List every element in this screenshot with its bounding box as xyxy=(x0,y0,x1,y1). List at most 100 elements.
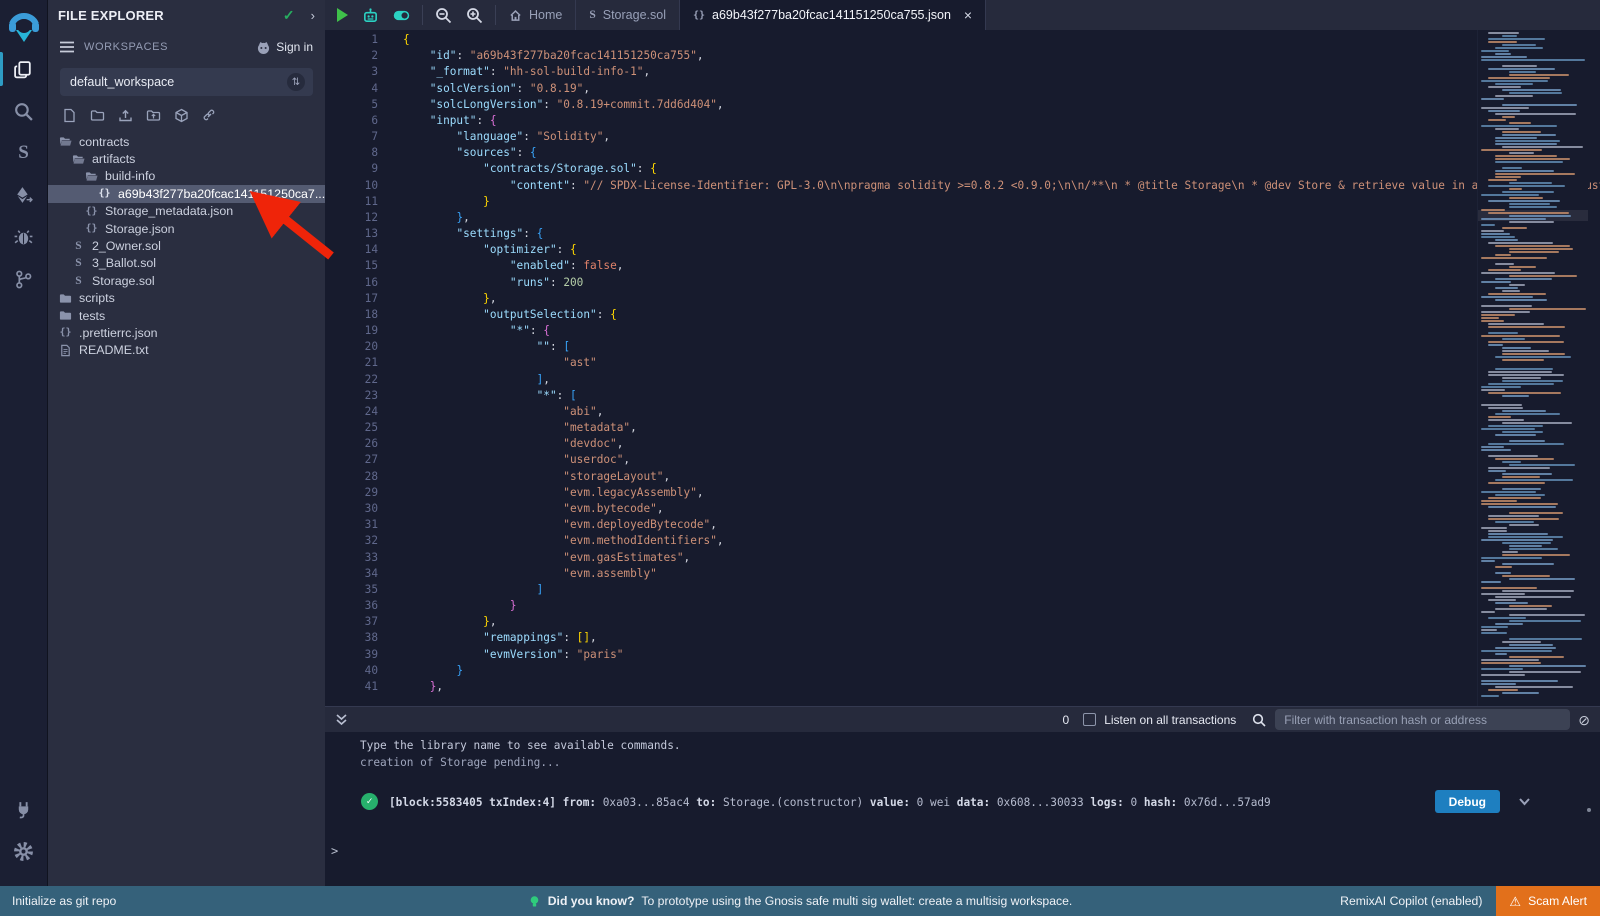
tree-item-storage-sol[interactable]: SStorage.sol xyxy=(48,272,325,289)
tree-item-a69b43f277ba20fcac141151250ca7-[interactable]: {}a69b43f277ba20fcac141151250ca7... xyxy=(48,185,325,202)
workspaces-label: WORKSPACES xyxy=(84,41,256,53)
settings-icon[interactable] xyxy=(0,830,48,872)
solidity-file-icon: S xyxy=(589,9,595,21)
line-number: 21 xyxy=(325,355,378,371)
sign-in-button[interactable]: Sign in xyxy=(256,40,313,54)
hamburger-menu-icon[interactable] xyxy=(60,41,74,53)
tree-item-scripts[interactable]: scripts xyxy=(48,290,325,307)
tree-item-2-owner-sol[interactable]: S2_Owner.sol xyxy=(48,237,325,254)
file-explorer-panel: FILE EXPLORER ✓ › WORKSPACES Sign in def… xyxy=(48,0,325,886)
tree-item--prettierrc-json[interactable]: {}.prettierrc.json xyxy=(48,324,325,341)
tree-item-label: 2_Owner.sol xyxy=(92,239,161,253)
scam-alert-badge[interactable]: ⚠ Scam Alert xyxy=(1496,886,1600,916)
new-file-icon[interactable] xyxy=(62,108,77,123)
main-area: HomeSStorage.sol{}a69b43f277ba20fcac1411… xyxy=(325,0,1600,886)
tree-item-build-info[interactable]: build-info xyxy=(48,168,325,185)
file-explorer-icon[interactable] xyxy=(0,48,48,90)
line-number: 4 xyxy=(325,81,378,97)
run-script-button[interactable] xyxy=(337,8,348,22)
git-icon[interactable] xyxy=(0,258,48,300)
line-number: 5 xyxy=(325,97,378,113)
line-number: 2 xyxy=(325,48,378,64)
solidity-file-icon: S xyxy=(71,275,86,287)
line-number: 37 xyxy=(325,614,378,630)
solidity-compiler-icon[interactable]: S xyxy=(0,132,48,174)
line-number: 19 xyxy=(325,323,378,339)
terminal-collapse-icon[interactable] xyxy=(335,713,348,726)
terminal-search-icon[interactable] xyxy=(1252,713,1266,727)
tab-a69b43f277ba20fcac141151250ca755-json[interactable]: {}a69b43f277ba20fcac141151250ca755.json× xyxy=(680,0,986,30)
workspace-select[interactable]: default_workspace ⇅ xyxy=(60,68,313,96)
search-icon[interactable] xyxy=(0,90,48,132)
lightbulb-icon xyxy=(528,895,541,908)
debugger-icon[interactable] xyxy=(0,216,48,258)
code-line: "enabled": false, xyxy=(403,258,1600,274)
code-line: "sources": { xyxy=(403,145,1600,161)
folder-open-icon xyxy=(71,153,86,166)
link-icon[interactable] xyxy=(202,108,217,123)
chevron-right-icon[interactable]: › xyxy=(311,8,315,23)
copilot-status[interactable]: RemixAI Copilot (enabled) xyxy=(1340,894,1482,908)
tab-storage-sol[interactable]: SStorage.sol xyxy=(576,0,680,30)
json-braces-icon: {} xyxy=(97,188,112,199)
line-number: 34 xyxy=(325,566,378,582)
line-number: 39 xyxy=(325,647,378,663)
code-line: } xyxy=(403,663,1600,679)
code-line: "id": "a69b43f277ba20fcac141151250ca755"… xyxy=(403,48,1600,64)
plugin-manager-icon[interactable] xyxy=(0,788,48,830)
tree-item-3-ballot-sol[interactable]: S3_Ballot.sol xyxy=(48,255,325,272)
terminal-log-line: creation of Storage pending... xyxy=(360,756,560,769)
tree-item-label: 3_Ballot.sol xyxy=(92,256,156,270)
git-init-button[interactable]: Initialize as git repo xyxy=(12,894,116,908)
transaction-log[interactable]: [block:5583405 txIndex:4] from: 0xa03...… xyxy=(389,796,1415,809)
block-slash-icon[interactable]: ⊘ xyxy=(1578,713,1590,727)
transaction-filter-input[interactable] xyxy=(1275,709,1570,730)
line-number: 33 xyxy=(325,550,378,566)
new-folder-icon[interactable] xyxy=(90,108,105,123)
tree-item-tests[interactable]: tests xyxy=(48,307,325,324)
transaction-count: 0 xyxy=(1063,713,1070,727)
listen-all-label: Listen on all transactions xyxy=(1104,713,1236,727)
debug-button[interactable]: Debug xyxy=(1435,790,1500,813)
status-bar: Initialize as git repo Did you know? To … xyxy=(0,886,1600,916)
upload-file-icon[interactable] xyxy=(118,108,133,123)
code-line: "runs": 200 xyxy=(403,275,1600,291)
tree-item-readme-txt[interactable]: README.txt xyxy=(48,342,325,359)
code-line: "evm.bytecode", xyxy=(403,501,1600,517)
upload-folder-icon[interactable] xyxy=(146,108,161,123)
line-number: 28 xyxy=(325,469,378,485)
code-line: }, xyxy=(403,210,1600,226)
line-number: 16 xyxy=(325,275,378,291)
line-number: 24 xyxy=(325,404,378,420)
workspace-updown-icon[interactable]: ⇅ xyxy=(287,73,305,91)
code-line: "abi", xyxy=(403,404,1600,420)
minimap[interactable] xyxy=(1477,30,1588,706)
code-editor[interactable]: 1234567891011121314151617181920212223242… xyxy=(325,30,1600,706)
code-line: "settings": { xyxy=(403,226,1600,242)
code-line: } xyxy=(403,598,1600,614)
zoom-out-icon[interactable] xyxy=(435,7,452,24)
zoom-in-icon[interactable] xyxy=(466,7,483,24)
line-number: 20 xyxy=(325,339,378,355)
tx-expand-chevron-icon[interactable] xyxy=(1517,794,1532,809)
tree-item-artifacts[interactable]: artifacts xyxy=(48,150,325,167)
code-line: "contracts/Storage.sol": { xyxy=(403,161,1600,177)
remix-logo-icon[interactable] xyxy=(6,8,42,48)
code-line: }, xyxy=(403,679,1600,695)
line-number: 30 xyxy=(325,501,378,517)
cube-icon[interactable] xyxy=(174,108,189,123)
json-braces-icon: {} xyxy=(84,206,99,217)
tree-item-contracts[interactable]: contracts xyxy=(48,133,325,150)
tree-item-storage-metadata-json[interactable]: {}Storage_metadata.json xyxy=(48,203,325,220)
tab-home[interactable]: Home xyxy=(496,0,576,30)
tree-item-storage-json[interactable]: {}Storage.json xyxy=(48,220,325,237)
terminal-prompt[interactable]: > xyxy=(331,844,338,858)
copilot-toggle-on[interactable] xyxy=(393,7,410,24)
close-tab-icon[interactable]: × xyxy=(964,7,972,23)
listen-all-checkbox[interactable] xyxy=(1083,713,1096,726)
ai-copilot-robot-icon[interactable] xyxy=(362,7,379,24)
code-line: "input": { xyxy=(403,113,1600,129)
deploy-run-icon[interactable] xyxy=(0,174,48,216)
line-number: 1 xyxy=(325,32,378,48)
code-line: "ast" xyxy=(403,355,1600,371)
